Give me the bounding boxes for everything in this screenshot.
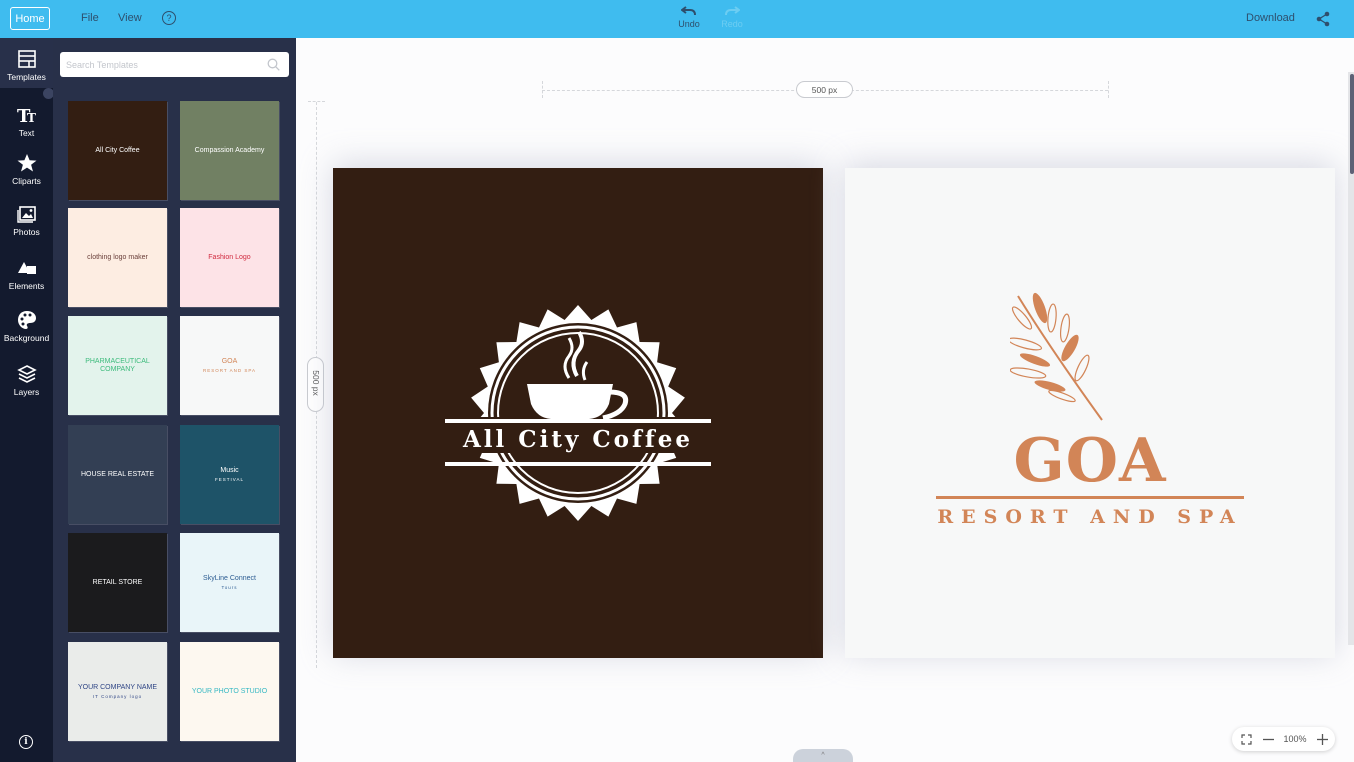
- template-thumbnail[interactable]: YOUR COMPANY NAME IT Company logo: [68, 642, 167, 741]
- home-button[interactable]: Home: [10, 7, 50, 30]
- template-thumbnail[interactable]: Compassion Academy: [180, 101, 279, 200]
- search-input[interactable]: [60, 52, 260, 77]
- pages-drawer-handle[interactable]: ^: [793, 749, 853, 762]
- zoom-control: 100%: [1232, 727, 1335, 751]
- undo-icon: [681, 6, 696, 16]
- share-icon[interactable]: [1315, 11, 1331, 27]
- template-thumbnail[interactable]: SkyLine Connect Tours: [180, 533, 279, 632]
- redo-icon: [725, 6, 740, 16]
- rail-label: Cliparts: [12, 176, 41, 186]
- view-menu[interactable]: View: [118, 12, 142, 24]
- templates-panel: All City Coffee Compassion Academy clothin…: [53, 38, 296, 762]
- height-label: 500 px: [307, 357, 324, 412]
- star-icon: [17, 154, 36, 172]
- zoom-level: 100%: [1283, 734, 1307, 744]
- undo-label: Undo: [678, 19, 700, 29]
- redo-button[interactable]: Redo: [715, 5, 749, 33]
- rail-label: Text: [18, 128, 35, 138]
- template-subtitle: IT Company logo: [92, 693, 143, 699]
- top-bar: Home File View ? Undo Redo Download: [0, 0, 1354, 38]
- template-thumbnail[interactable]: HOUSE REAL ESTATE: [68, 425, 167, 524]
- template-title: GOA: [221, 358, 238, 366]
- rail-label: Background: [3, 333, 50, 343]
- goa-logo-subtitle: RESORT AND SPA: [937, 506, 1243, 528]
- zoom-out-button[interactable]: [1257, 734, 1279, 745]
- template-subtitle: RESORT AND SPA: [202, 367, 256, 373]
- ruler-tick: [308, 101, 325, 102]
- fullscreen-icon: [1240, 733, 1252, 745]
- template-thumbnail[interactable]: All City Coffee: [68, 101, 167, 200]
- template-thumbnail[interactable]: YOUR PHOTO STUDIO: [180, 642, 279, 741]
- zoom-in-button[interactable]: [1311, 733, 1333, 745]
- template-thumbnail[interactable]: RETAIL STORE: [68, 533, 167, 632]
- template-subtitle: Tours: [221, 584, 238, 590]
- canvas-workspace: 500 px 500 px All City Coffee GOA RESORT…: [296, 38, 1354, 762]
- rail-label: Layers: [13, 387, 40, 397]
- rail-item-templates[interactable]: Templates: [0, 38, 53, 88]
- rail-item-cliparts[interactable]: Cliparts: [0, 153, 53, 186]
- rail-item-layers[interactable]: Layers: [0, 364, 53, 397]
- template-thumbnail[interactable]: clothing logo maker: [68, 208, 167, 307]
- cup-icon: [527, 384, 613, 419]
- goa-divider: [936, 496, 1244, 499]
- template-thumbnail[interactable]: GOA RESORT AND SPA: [180, 316, 279, 415]
- template-title: Fashion Logo: [208, 253, 251, 261]
- download-button[interactable]: Download: [1246, 12, 1295, 24]
- template-title: Compassion Academy: [194, 146, 265, 154]
- vertical-scrollbar[interactable]: [1350, 74, 1354, 174]
- redo-label: Redo: [721, 19, 743, 29]
- info-icon[interactable]: i: [19, 735, 33, 749]
- text-icon: TT: [17, 106, 36, 125]
- undo-button[interactable]: Undo: [672, 5, 706, 33]
- design-page-goa[interactable]: GOA RESORT AND SPA: [845, 168, 1335, 658]
- ruler-tick: [542, 81, 543, 98]
- coffee-logo-text: All City Coffee: [462, 426, 694, 453]
- olive-branch-icon: [1010, 292, 1103, 421]
- search-box: [60, 52, 289, 77]
- plus-icon: [1316, 733, 1328, 745]
- elements-icon: [17, 262, 36, 274]
- fit-screen-button[interactable]: [1235, 733, 1257, 745]
- templates-icon: [17, 50, 36, 68]
- template-thumbnail[interactable]: Music FESTIVAL: [180, 425, 279, 524]
- template-thumbnail[interactable]: Fashion Logo: [180, 208, 279, 307]
- template-title: PHARMACEUTICAL COMPANY: [85, 357, 150, 373]
- minus-icon: [1262, 738, 1274, 740]
- coffee-badge-icon: [445, 305, 711, 521]
- template-title: All City Coffee: [95, 146, 140, 154]
- rail-item-text[interactable]: TT Text: [0, 105, 53, 138]
- rail-label: Elements: [8, 281, 45, 291]
- template-title: HOUSE REAL ESTATE: [81, 470, 154, 478]
- tool-rail: Templates TT Text Cliparts Photos Elemen…: [0, 38, 53, 762]
- template-subtitle: FESTIVAL: [215, 476, 244, 482]
- file-menu[interactable]: File: [81, 12, 99, 24]
- template-title: SkyLine Connect: [203, 575, 256, 583]
- rail-label: Photos: [13, 227, 40, 237]
- design-page-coffee[interactable]: All City Coffee: [333, 168, 823, 658]
- layers-icon: [16, 365, 37, 383]
- template-title: YOUR PHOTO STUDIO: [191, 687, 268, 695]
- template-title: RETAIL STORE: [92, 578, 143, 586]
- height-label-text: 500 px: [311, 370, 321, 396]
- goa-logo-title: GOA: [1013, 426, 1167, 496]
- template-title: clothing logo maker: [87, 253, 148, 261]
- photos-icon: [16, 206, 36, 223]
- template-thumbnail[interactable]: PHARMACEUTICAL COMPANY: [68, 316, 167, 415]
- help-icon[interactable]: ?: [162, 11, 176, 25]
- search-icon[interactable]: [267, 58, 280, 71]
- rail-label: Templates: [7, 72, 46, 82]
- ruler-tick: [1108, 81, 1109, 98]
- template-title: YOUR COMPANY NAME: [77, 684, 158, 692]
- rail-item-background[interactable]: Background: [0, 310, 53, 343]
- template-title: Music: [220, 467, 239, 475]
- svg-text:T: T: [27, 111, 36, 125]
- width-label: 500 px: [796, 81, 853, 98]
- palette-icon: [17, 311, 36, 329]
- rail-item-elements[interactable]: Elements: [0, 258, 53, 291]
- rail-item-photos[interactable]: Photos: [0, 204, 53, 237]
